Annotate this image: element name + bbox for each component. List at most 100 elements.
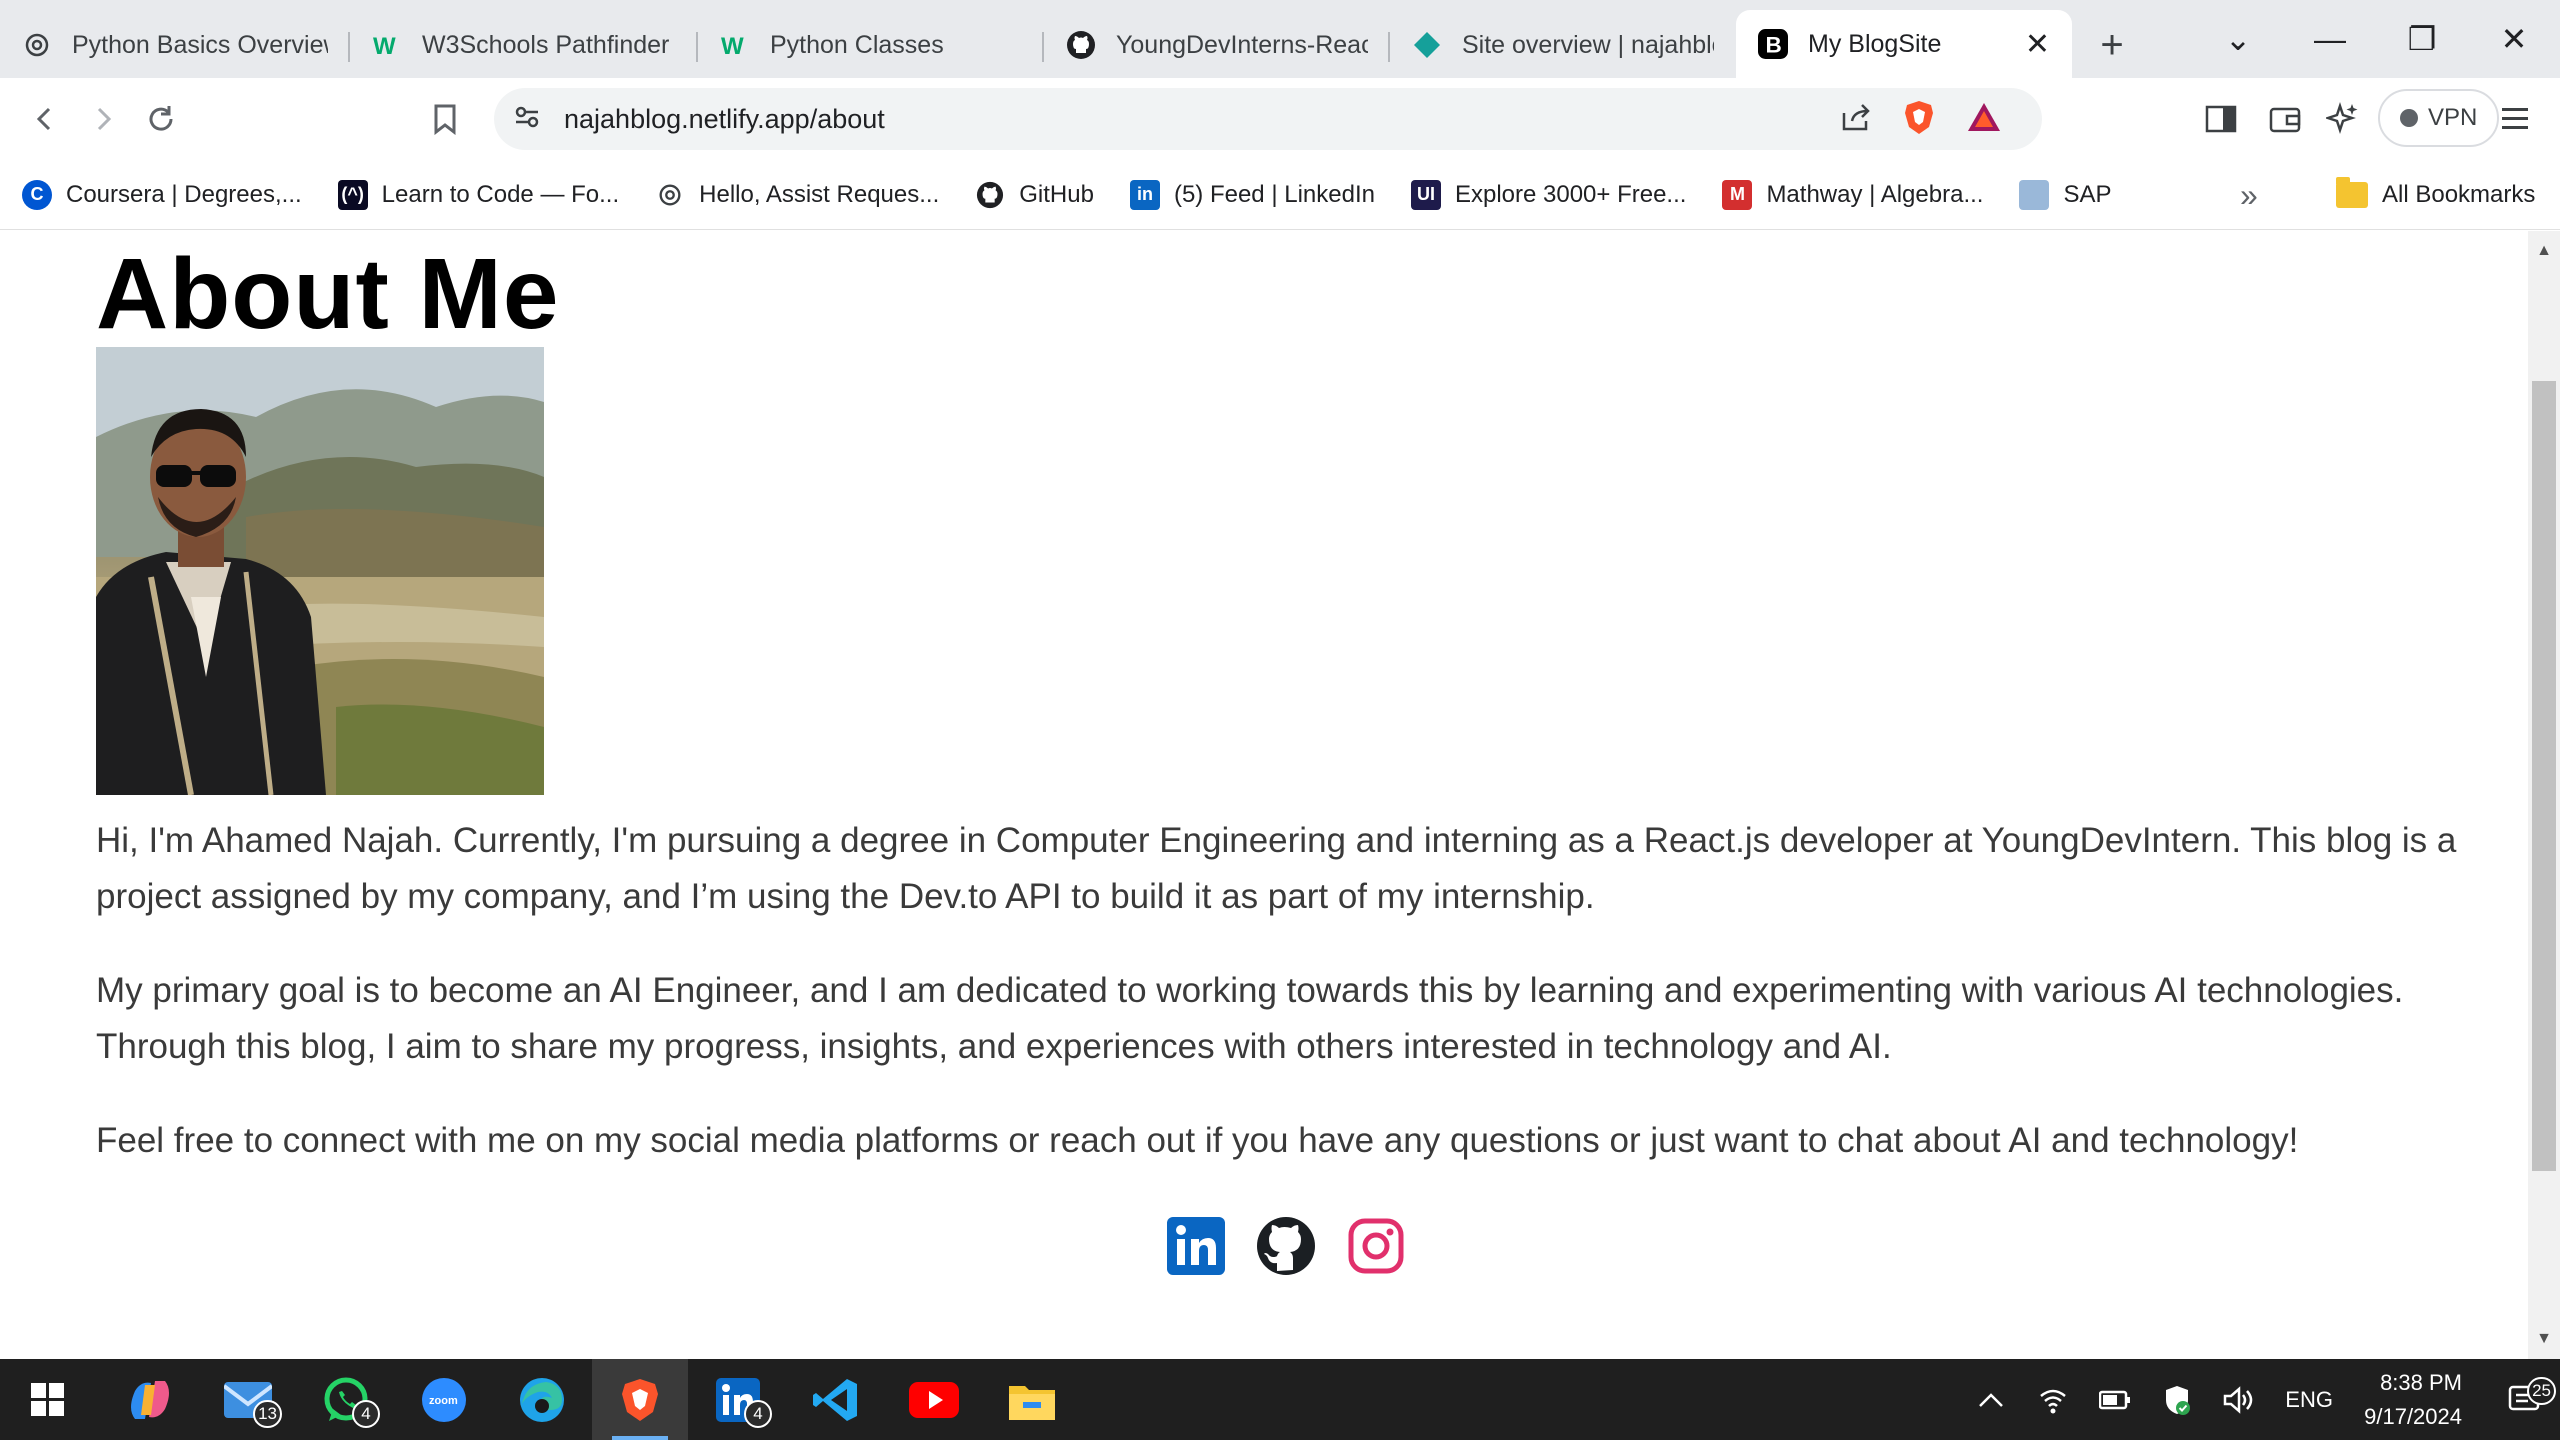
- tab-python-basics[interactable]: Python Basics Overview: [0, 12, 350, 78]
- copilot-icon[interactable]: [102, 1359, 198, 1440]
- address-bar[interactable]: najahblog.netlify.app/about: [494, 88, 2042, 150]
- bookmark-page-icon[interactable]: [416, 90, 474, 148]
- bookmark-label: Mathway | Algebra...: [1766, 180, 1984, 208]
- svg-text:zoom: zoom: [429, 1395, 458, 1407]
- bookmark-chatgpt[interactable]: Hello, Assist Reques...: [655, 180, 939, 210]
- clock[interactable]: 8:38 PM 9/17/2024: [2364, 1366, 2462, 1434]
- linkedin-icon: in: [1129, 179, 1160, 210]
- page-title: About Me: [96, 238, 560, 350]
- vpn-button[interactable]: VPN: [2378, 89, 2500, 147]
- vpn-label: VPN: [2428, 104, 2478, 131]
- close-tab-icon[interactable]: ✕: [2025, 27, 2050, 62]
- brave-icon[interactable]: [592, 1359, 688, 1440]
- svg-text:W: W: [373, 33, 396, 60]
- whatsapp-icon[interactable]: 4: [298, 1359, 394, 1440]
- all-bookmarks-label: All Bookmarks: [2382, 181, 2536, 208]
- forward-icon[interactable]: [74, 90, 132, 148]
- show-hidden-icons-icon[interactable]: [1960, 1392, 2022, 1408]
- tab-python-classes[interactable]: W Python Classes: [698, 12, 1044, 78]
- linkedin-icon[interactable]: [1166, 1216, 1226, 1276]
- back-icon[interactable]: [16, 90, 74, 148]
- security-shield-icon[interactable]: [2146, 1384, 2208, 1416]
- tab-my-blogsite[interactable]: B My BlogSite ✕: [1736, 10, 2072, 78]
- close-window-icon[interactable]: ✕: [2468, 0, 2560, 78]
- notification-count: 25: [2527, 1376, 2556, 1405]
- coursera-icon: C: [22, 179, 52, 210]
- bookmark-label: (5) Feed | LinkedIn: [1173, 180, 1375, 208]
- mail-icon[interactable]: 13: [200, 1359, 296, 1440]
- reload-icon[interactable]: [132, 90, 190, 148]
- tab-strip: Python Basics Overview W W3Schools Pathf…: [0, 0, 2560, 78]
- wallet-icon[interactable]: [2256, 90, 2314, 148]
- bookmark-label: Hello, Assist Reques...: [699, 180, 940, 208]
- scroll-down-icon[interactable]: ▼: [2528, 1327, 2560, 1351]
- bookmark-label: Learn to Code — Fo...: [381, 180, 620, 208]
- tab-label: W3Schools Pathfinder: [422, 30, 670, 59]
- instagram-icon[interactable]: [1346, 1216, 1406, 1276]
- brave-rewards-icon[interactable]: [1966, 101, 2002, 138]
- sidebar-icon[interactable]: [2192, 90, 2250, 148]
- tab-w3schools-pathfinder[interactable]: W W3Schools Pathfinder: [350, 12, 698, 78]
- all-bookmarks-button[interactable]: All Bookmarks: [2336, 160, 2535, 230]
- bookmark-sap[interactable]: SAP: [2019, 179, 2111, 210]
- linkedin-badge: 4: [744, 1400, 772, 1428]
- svg-text:W: W: [721, 33, 744, 60]
- linkedin-app-icon[interactable]: 4: [690, 1359, 786, 1440]
- volume-icon[interactable]: [2208, 1385, 2270, 1414]
- notifications-icon[interactable]: 25: [2490, 1376, 2560, 1415]
- edge-icon[interactable]: [494, 1359, 590, 1440]
- vpn-status-icon: [2400, 109, 2418, 127]
- scroll-up-icon[interactable]: ▲: [2528, 239, 2560, 263]
- address-actions: [1840, 88, 2002, 150]
- tab-search-icon[interactable]: ⌄: [2192, 0, 2284, 78]
- page-content: About Me Hi, I'm Ahamed Najah. Currently…: [0, 231, 2528, 1359]
- bookmark-coursera[interactable]: C Coursera | Degrees,...: [22, 179, 302, 210]
- brave-shields-icon[interactable]: [1902, 99, 1936, 140]
- file-explorer-icon[interactable]: [984, 1359, 1080, 1440]
- menu-icon[interactable]: [2486, 90, 2544, 148]
- new-tab-button[interactable]: +: [2072, 12, 2152, 78]
- tab-site-overview[interactable]: Site overview | najahblog: [1390, 12, 1736, 78]
- github-icon: [1066, 30, 1096, 60]
- netlify-icon: [1412, 30, 1442, 60]
- bookmark-uiverse[interactable]: UI Explore 3000+ Free...: [1410, 179, 1686, 210]
- tab-label: YoungDevInterns-React: [1116, 30, 1368, 59]
- bookmark-linkedin[interactable]: in (5) Feed | LinkedIn: [1129, 179, 1375, 210]
- start-icon[interactable]: [0, 1359, 96, 1440]
- vscode-icon[interactable]: [788, 1359, 884, 1440]
- zoom-icon[interactable]: zoom: [396, 1359, 492, 1440]
- whatsapp-badge: 4: [352, 1400, 380, 1428]
- system-tray: ENG 8:38 PM 9/17/2024 25: [1960, 1359, 2560, 1440]
- restore-icon[interactable]: ❐: [2376, 0, 2468, 78]
- minimize-icon[interactable]: —: [2284, 0, 2376, 78]
- language-indicator[interactable]: ENG: [2270, 1387, 2348, 1413]
- bookmark-label: GitHub: [1019, 180, 1094, 208]
- connect-paragraph: Feel free to connect with me on my socia…: [96, 1121, 2299, 1160]
- profile-photo: [96, 347, 544, 795]
- bookmark-github[interactable]: GitHub: [975, 180, 1094, 210]
- bookmarks-bar: C Coursera | Degrees,... (^) Learn to Co…: [0, 160, 2560, 230]
- site-settings-icon[interactable]: [512, 102, 542, 137]
- page-scrollbar[interactable]: ▲ ▼: [2528, 231, 2560, 1359]
- folder-icon: [2336, 177, 2368, 208]
- mathway-icon: M: [1722, 179, 1753, 210]
- share-icon[interactable]: [1840, 101, 1872, 138]
- bookmark-freecodecamp[interactable]: (^) Learn to Code — Fo...: [337, 179, 620, 210]
- youtube-icon[interactable]: [886, 1359, 982, 1440]
- leo-ai-icon[interactable]: [2314, 90, 2372, 148]
- github-icon[interactable]: [1256, 1216, 1316, 1276]
- clock-date: 9/17/2024: [2364, 1403, 2462, 1429]
- more-bookmarks-icon[interactable]: »: [2240, 160, 2258, 230]
- url-text[interactable]: najahblog.netlify.app/about: [564, 104, 885, 135]
- tab-youngdevinterns[interactable]: YoungDevInterns-React: [1044, 12, 1390, 78]
- window-controls: ⌄ — ❐ ✕: [2192, 0, 2560, 78]
- goal-paragraph: My primary goal is to become an AI Engin…: [96, 971, 2404, 1066]
- bookmark-label: Coursera | Degrees,...: [66, 180, 302, 208]
- mail-badge: 13: [253, 1400, 282, 1428]
- tab-label: My BlogSite: [1808, 29, 1942, 58]
- bookmark-mathway[interactable]: M Mathway | Algebra...: [1722, 179, 1984, 210]
- battery-icon[interactable]: [2084, 1390, 2146, 1410]
- tab-label: Python Basics Overview: [72, 30, 328, 59]
- wifi-icon[interactable]: [2022, 1386, 2084, 1414]
- scrollbar-thumb[interactable]: [2532, 381, 2556, 1171]
